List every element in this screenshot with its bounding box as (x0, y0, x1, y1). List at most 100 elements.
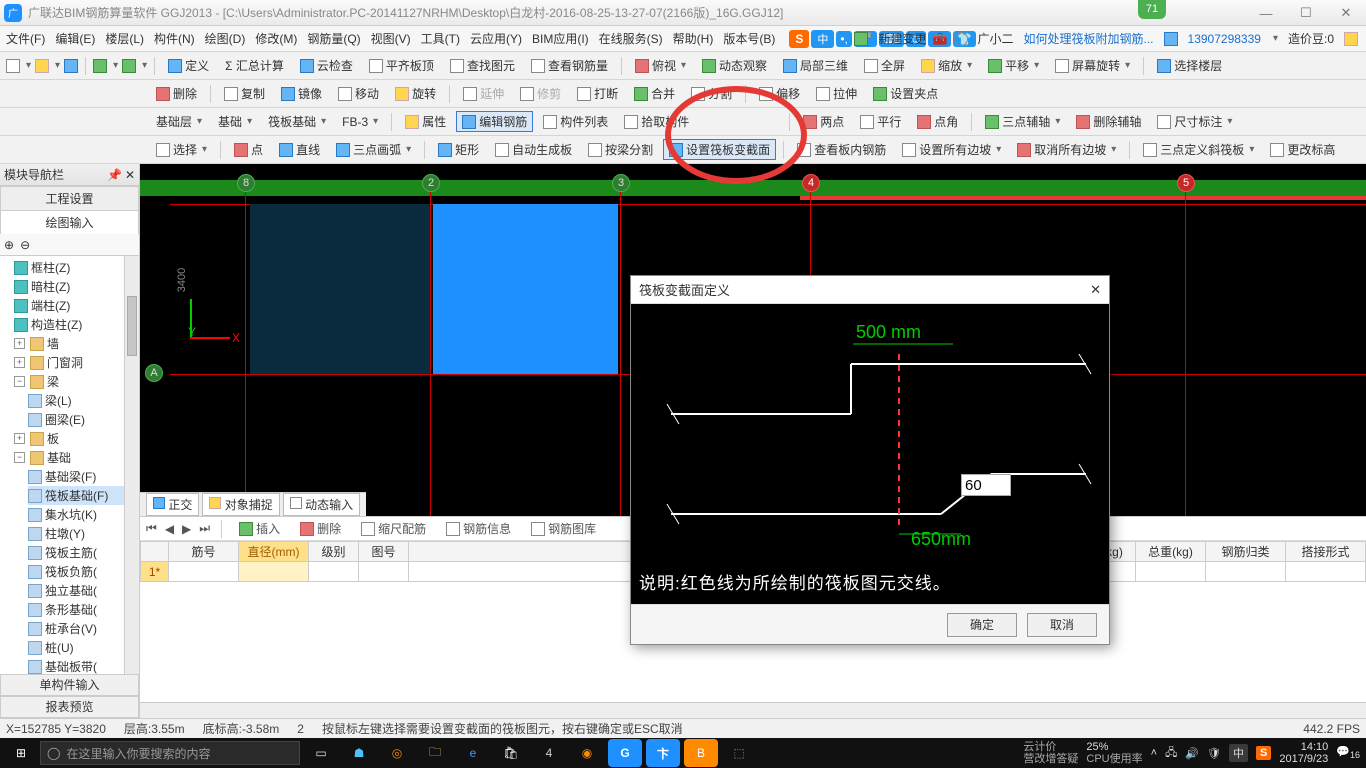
stretch-button[interactable]: 拉伸 (810, 83, 863, 104)
edge-icon[interactable]: e (456, 739, 490, 767)
dialog-cancel-button[interactable]: 取消 (1027, 613, 1097, 637)
collapse-icon[interactable]: ⊖ (20, 238, 30, 252)
tray-shield-icon[interactable]: 🛡 (1207, 747, 1221, 760)
app-icon-dark[interactable]: ⬚ (722, 739, 756, 767)
grid-nav-first-icon[interactable]: ⏮ (146, 521, 157, 536)
find-element-button[interactable]: 查找图元 (444, 55, 521, 76)
dialog-close-icon[interactable]: ✕ (1090, 282, 1101, 298)
rotate-button[interactable]: 旋转 (389, 83, 442, 104)
tray-vol-icon[interactable]: 🔊 (1185, 747, 1199, 760)
minimize-button[interactable]: — (1246, 0, 1286, 26)
break-button[interactable]: 打断 (571, 83, 624, 104)
tray-notif-icon[interactable]: 💬16 (1336, 745, 1360, 760)
menu-view[interactable]: 视图(V) (371, 30, 411, 47)
select-floor-button[interactable]: 选择楼层 (1151, 55, 1228, 76)
point-button[interactable]: 点 (228, 139, 269, 160)
parallel-button[interactable]: 平行 (854, 111, 907, 132)
pick-comp-button[interactable]: 拾取构件 (618, 111, 695, 132)
menu-online[interactable]: 在线服务(S) (599, 30, 663, 47)
zoom-button[interactable]: 缩放▾ (915, 55, 978, 76)
change-elev-button[interactable]: 更改标高 (1264, 139, 1341, 160)
menu-tools[interactable]: 工具(T) (421, 30, 460, 47)
merge-button[interactable]: 合并 (628, 83, 681, 104)
sel-type-dd[interactable]: 筏板基础▾ (262, 111, 332, 132)
copy-button[interactable]: 复制 (218, 83, 271, 104)
dyn-obs-button[interactable]: 动态观察 (696, 55, 773, 76)
pin-icon[interactable]: 📌 (107, 168, 122, 182)
h-scrollbar[interactable] (140, 702, 1366, 718)
redo-icon[interactable] (122, 59, 136, 73)
pan-button[interactable]: 平移▾ (982, 55, 1045, 76)
topview-button[interactable]: 俯视▾ (629, 55, 692, 76)
rect-button[interactable]: 矩形 (432, 139, 485, 160)
screen-rotate-button[interactable]: 屏幕旋转▾ (1049, 55, 1136, 76)
app-icon-blue2[interactable]: 卞 (646, 739, 680, 767)
menu-file[interactable]: 文件(F) (6, 30, 45, 47)
split-beam-button[interactable]: 按梁分割 (582, 139, 659, 160)
maximize-button[interactable]: ☐ (1286, 0, 1326, 26)
component-tree[interactable]: 框柱(Z) 暗柱(Z) 端柱(Z) 构造柱(Z) +墙 +门窗洞 −梁 梁(L)… (0, 256, 139, 674)
single-comp-button[interactable]: 单构件输入 (0, 674, 139, 696)
cloud-check-button[interactable]: 云检查 (294, 55, 359, 76)
ime-punct[interactable]: •, (836, 31, 852, 47)
delete-button[interactable]: 删除 (150, 83, 203, 104)
cancel-slope-button[interactable]: 取消所有边坡▾ (1011, 139, 1122, 160)
menu-cloud[interactable]: 云应用(Y) (470, 30, 522, 47)
start-button[interactable]: ⊞ (6, 738, 36, 768)
props-button[interactable]: 属性 (399, 111, 452, 132)
ime-lang[interactable]: 中 (811, 30, 834, 48)
menu-draw[interactable]: 绘图(D) (205, 30, 246, 47)
local3d-button[interactable]: 局部三维 (777, 55, 854, 76)
fullscreen-button[interactable]: 全屏 (858, 55, 911, 76)
app-icon-blue1[interactable]: G (608, 739, 642, 767)
sel-cat-dd[interactable]: 基础▾ (212, 111, 258, 132)
new-icon[interactable] (6, 59, 20, 73)
section-value-input[interactable] (961, 474, 1011, 496)
undo-icon[interactable] (93, 59, 107, 73)
tray-ime[interactable]: 中 (1229, 744, 1248, 762)
dialog-ok-button[interactable]: 确定 (947, 613, 1017, 637)
set-varsection-button[interactable]: 设置筏板变截面 (663, 139, 776, 160)
grid-delete-button[interactable]: 删除 (294, 518, 347, 539)
grid-lib-button[interactable]: 钢筋图库 (525, 518, 602, 539)
menu-username[interactable]: 广小二 (978, 30, 1014, 47)
grid-scale-button[interactable]: 缩尺配筋 (355, 518, 432, 539)
mirror-button[interactable]: 镜像 (275, 83, 328, 104)
auto-slab-button[interactable]: 自动生成板 (489, 139, 578, 160)
grid-nav-last-icon[interactable]: ⏭ (199, 521, 210, 536)
osnap-toggle[interactable]: 对象捕捉 (202, 493, 279, 516)
arc-button[interactable]: 三点画弧▾ (330, 139, 417, 160)
menu-bim[interactable]: BIM应用(I) (532, 30, 589, 47)
app-icon-orange2[interactable]: B (684, 739, 718, 767)
flat-top-button[interactable]: 平齐板顶 (363, 55, 440, 76)
three-aux-button[interactable]: 三点辅轴▾ (979, 111, 1066, 132)
report-preview-button[interactable]: 报表预览 (0, 696, 139, 718)
save-icon[interactable] (64, 59, 78, 73)
edit-rebar-button[interactable]: 编辑钢筋 (456, 111, 533, 132)
move-button[interactable]: 移动 (332, 83, 385, 104)
dim-button[interactable]: 尺寸标注▾ (1151, 111, 1238, 132)
tree-scrollbar[interactable] (124, 256, 139, 674)
set-all-slope-button[interactable]: 设置所有边坡▾ (896, 139, 1007, 160)
help-link[interactable]: 如何处理筏板附加钢筋... (1024, 30, 1154, 47)
menu-floor[interactable]: 楼层(L) (105, 30, 144, 47)
select-button[interactable]: 选择▾ (150, 139, 213, 160)
open-icon[interactable] (35, 59, 49, 73)
menu-component[interactable]: 构件(N) (154, 30, 195, 47)
grid-insert-button[interactable]: 插入 (233, 518, 286, 539)
menu-version[interactable]: 版本号(B) (723, 30, 775, 47)
close-button[interactable]: ✕ (1326, 0, 1366, 26)
grip-button[interactable]: 设置夹点 (867, 83, 944, 104)
two-point-button[interactable]: 两点 (797, 111, 850, 132)
define-button[interactable]: 定义 (162, 55, 215, 76)
app-icon-orange[interactable]: ◉ (570, 739, 604, 767)
line-button[interactable]: 直线 (273, 139, 326, 160)
tab-draw-input[interactable]: 绘图输入 (0, 210, 139, 234)
folder-icon[interactable]: 🗀 (418, 739, 452, 767)
tray-clock[interactable]: 14:10 2017/9/23 (1279, 741, 1328, 765)
three-point-raft-button[interactable]: 三点定义斜筏板▾ (1137, 139, 1260, 160)
del-aux-button[interactable]: 删除辅轴 (1070, 111, 1147, 132)
menu-edit[interactable]: 编辑(E) (55, 30, 95, 47)
split-button[interactable]: 分割 (685, 83, 738, 104)
grid-nav-next-icon[interactable]: ▶ (182, 522, 191, 536)
